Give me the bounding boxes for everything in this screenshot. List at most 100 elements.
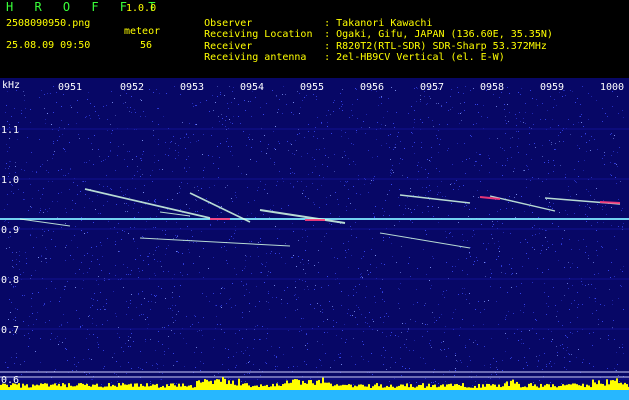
amplitude-bar [152, 384, 154, 390]
amplitude-bar [56, 385, 58, 390]
amplitude-bar [370, 387, 372, 390]
amplitude-bar [314, 384, 316, 390]
amplitude-bar [410, 384, 412, 390]
amplitude-bar [602, 383, 604, 390]
amplitude-bar [346, 385, 348, 390]
amplitude-bar [114, 385, 116, 390]
amplitude-bar [282, 384, 284, 390]
amplitude-bar [372, 386, 374, 390]
amplitude-bar [254, 385, 256, 390]
amplitude-bar [76, 385, 78, 390]
amplitude-bar [572, 383, 574, 390]
amplitude-bar [592, 379, 594, 390]
amplitude-bar [428, 383, 430, 390]
amplitude-bar [560, 385, 562, 390]
amplitude-bar [88, 385, 90, 390]
amplitude-bar [446, 384, 448, 390]
amplitude-bar [494, 384, 496, 390]
amplitude-bar [142, 385, 144, 390]
amplitude-bar [286, 380, 288, 390]
amplitude-bar [402, 384, 404, 390]
amplitude-bar [144, 386, 146, 390]
amplitude-bar [186, 386, 188, 390]
amplitude-bar [338, 385, 340, 390]
amplitude-bar [498, 384, 500, 390]
amplitude-bar [24, 385, 26, 390]
time-tick-label: 0951 [58, 82, 82, 93]
amplitude-bar [482, 384, 484, 390]
amplitude-bar [594, 382, 596, 390]
amplitude-bar [294, 379, 296, 390]
amplitude-bar [128, 384, 130, 390]
amplitude-bar [100, 386, 102, 390]
amplitude-bar [546, 383, 548, 390]
amplitude-bar [622, 384, 624, 390]
amplitude-bar [182, 383, 184, 390]
amplitude-bar [416, 386, 418, 390]
amplitude-bar [432, 385, 434, 390]
amplitude-bar [508, 385, 510, 390]
amplitude-bar [400, 384, 402, 390]
amplitude-bar [156, 383, 158, 390]
amplitude-bar [134, 383, 136, 390]
amplitude-bar [158, 387, 160, 390]
amplitude-bar [68, 383, 70, 390]
amplitude-bar [514, 383, 516, 390]
amplitude-bar [554, 386, 556, 390]
amplitude-bar [222, 377, 224, 390]
amplitude-bar [538, 387, 540, 390]
amplitude-bar [102, 387, 104, 390]
amplitude-bar [168, 385, 170, 390]
amplitude-bar [196, 381, 198, 390]
amplitude-bar [238, 378, 240, 390]
amplitude-bar [300, 384, 302, 390]
time-tick-label: 0959 [540, 82, 564, 93]
detector-count: 56 [140, 40, 153, 51]
amplitude-bar [302, 380, 304, 390]
amplitude-bar [426, 386, 428, 390]
amplitude-bar [616, 378, 618, 390]
amplitude-bar [340, 385, 342, 390]
amplitude-bar [108, 383, 110, 390]
amplitude-bar [570, 384, 572, 390]
amplitude-bar [290, 382, 292, 390]
amplitude-bar [146, 383, 148, 390]
amplitude-bar [618, 383, 620, 390]
amplitude-bar [36, 384, 38, 390]
amplitude-bar [194, 387, 196, 390]
amplitude-bar [542, 386, 544, 390]
amplitude-bar [274, 386, 276, 390]
amplitude-bar [610, 380, 612, 390]
amplitude-bar [248, 385, 250, 390]
file-name: 2508090950.png [6, 18, 91, 29]
amplitude-bar [298, 380, 300, 390]
amplitude-bar [218, 379, 220, 390]
amplitude-bar [534, 384, 536, 390]
amplitude-bar [586, 384, 588, 390]
amplitude-bar [170, 383, 172, 390]
amplitude-bar [578, 385, 580, 390]
amplitude-bar [336, 384, 338, 390]
amplitude-bar [328, 382, 330, 390]
amplitude-bar [244, 383, 246, 390]
amplitude-bar [332, 386, 334, 390]
amplitude-bar [600, 383, 602, 390]
amplitude-bar [312, 383, 314, 390]
amplitude-bar [234, 384, 236, 390]
amplitude-bar [110, 386, 112, 390]
amplitude-bar [556, 387, 558, 390]
amplitude-bar [368, 384, 370, 390]
amplitude-bar [574, 383, 576, 390]
amplitude-bar [58, 383, 60, 390]
amplitude-bar [256, 385, 258, 390]
amplitude-bar [474, 385, 476, 390]
amplitude-bar [230, 383, 232, 390]
amplitude-bar [322, 377, 324, 390]
amplitude-bar [8, 387, 10, 390]
amplitude-bar [84, 384, 86, 390]
amplitude-bar [264, 385, 266, 390]
amplitude-bar [190, 385, 192, 390]
amplitude-bar [354, 385, 356, 390]
amplitude-bar [614, 380, 616, 390]
amplitude-bar [414, 387, 416, 390]
